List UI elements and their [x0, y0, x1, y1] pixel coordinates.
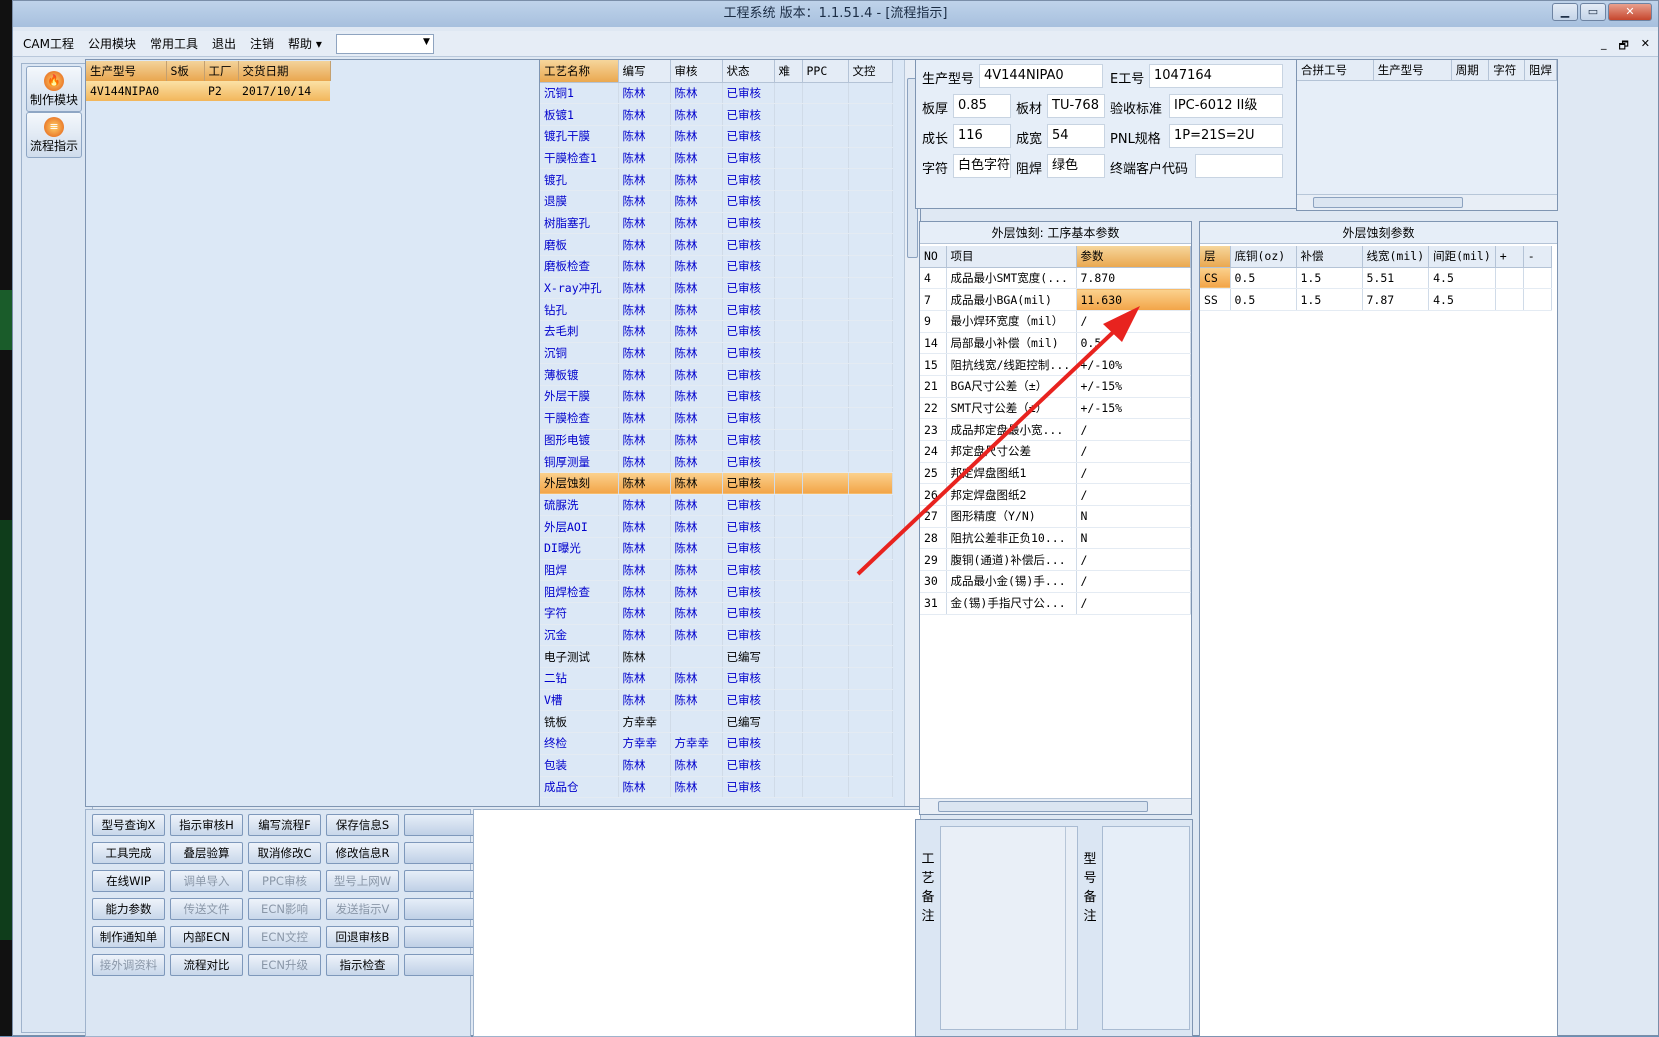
annotation-arrow-layer [856, 306, 1140, 576]
annotation-arrow-icon [856, 319, 1127, 576]
